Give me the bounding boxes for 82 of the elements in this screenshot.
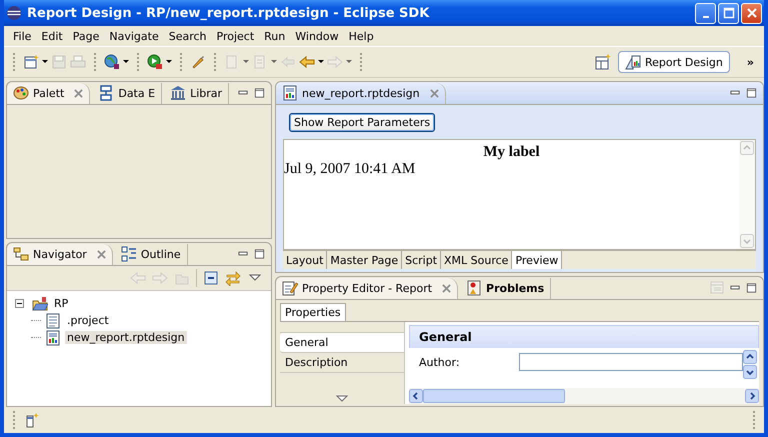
view-tab[interactable]: Palett bbox=[7, 82, 90, 104]
category-item[interactable]: Description bbox=[280, 353, 404, 373]
globe-icon[interactable] bbox=[104, 54, 120, 70]
scroll-left-icon[interactable] bbox=[409, 389, 423, 403]
maximize-button[interactable] bbox=[718, 2, 739, 24]
menu-item[interactable]: Project bbox=[212, 30, 260, 42]
report-heading: My label bbox=[482, 144, 541, 161]
menu-item[interactable]: Edit bbox=[36, 30, 68, 42]
more-button[interactable]: » bbox=[746, 56, 754, 68]
minimize-button[interactable] bbox=[695, 2, 716, 24]
fast-view-icon[interactable] bbox=[24, 412, 40, 428]
perspective-button[interactable]: Report Design bbox=[618, 51, 730, 73]
close-icon[interactable] bbox=[442, 284, 452, 292]
scroll-down-icon[interactable] bbox=[336, 395, 348, 402]
back-arrow-icon[interactable] bbox=[299, 54, 315, 70]
run-icon[interactable] bbox=[147, 54, 163, 70]
field-label: Author: bbox=[419, 356, 461, 368]
show-parameters-button[interactable]: Show Report Parameters bbox=[289, 112, 436, 132]
category-item[interactable]: General bbox=[280, 333, 404, 353]
maximize-icon[interactable] bbox=[746, 88, 757, 98]
report-file-icon bbox=[282, 85, 298, 101]
report-file-icon bbox=[45, 330, 61, 346]
dropdown-arrow-icon[interactable] bbox=[123, 60, 129, 64]
editor-page-tab[interactable]: Script bbox=[402, 251, 442, 269]
pencil-sheet-icon bbox=[282, 280, 298, 296]
close-icon bbox=[746, 7, 758, 19]
dropdown-arrow-icon[interactable] bbox=[42, 60, 48, 64]
view-tab[interactable]: Navigator bbox=[7, 244, 113, 264]
report-design-icon bbox=[624, 54, 641, 70]
editor-page-tab[interactable]: Preview bbox=[512, 251, 562, 269]
minimize-icon bbox=[702, 16, 708, 18]
scroll-down-icon[interactable] bbox=[743, 365, 757, 379]
view-tab[interactable]: Property Editor - Report bbox=[276, 278, 458, 298]
report-date: Jul 9, 2007 10:41 AM bbox=[284, 161, 416, 178]
menu-item[interactable]: Run bbox=[259, 30, 290, 42]
editor-page-tab[interactable]: Layout bbox=[283, 251, 328, 269]
project-folder-icon bbox=[32, 296, 48, 312]
collapse-all-icon[interactable] bbox=[203, 270, 219, 286]
editor-page-tab[interactable]: Master Page bbox=[327, 251, 402, 269]
view-tab[interactable]: Problems bbox=[460, 278, 552, 298]
maximize-icon[interactable] bbox=[746, 283, 757, 293]
tree-item[interactable]: RP bbox=[52, 297, 70, 310]
close-icon[interactable] bbox=[74, 88, 84, 98]
scroll-right-icon[interactable] bbox=[745, 389, 759, 403]
open-perspective-icon[interactable] bbox=[594, 54, 611, 70]
library-icon bbox=[170, 85, 186, 101]
close-icon[interactable] bbox=[96, 250, 106, 258]
data-tree-icon bbox=[98, 85, 114, 101]
close-icon[interactable] bbox=[430, 88, 439, 98]
menu-item[interactable]: Search bbox=[164, 30, 212, 42]
view-tab[interactable]: Librar bbox=[164, 82, 230, 104]
menu-item[interactable]: Window bbox=[290, 30, 344, 42]
close-button[interactable] bbox=[741, 2, 762, 24]
menu-item[interactable]: Navigate bbox=[104, 30, 164, 42]
scroll-up-icon[interactable] bbox=[743, 350, 757, 364]
eclipse-logo-icon bbox=[6, 5, 22, 21]
menu-item[interactable]: Page bbox=[68, 30, 104, 42]
section-header: General bbox=[409, 325, 759, 348]
new-wizard-icon[interactable] bbox=[23, 54, 39, 70]
menu-item[interactable]: Help bbox=[344, 30, 379, 42]
collapse-icon[interactable] bbox=[15, 299, 24, 308]
scrollbar-thumb[interactable] bbox=[423, 389, 565, 403]
tree-item[interactable]: new_report.rptdesign bbox=[65, 331, 187, 344]
folder-tree-icon bbox=[13, 246, 29, 262]
view-tab[interactable]: Outline bbox=[114, 244, 188, 264]
maximize-icon[interactable] bbox=[254, 249, 265, 259]
author-field[interactable] bbox=[519, 353, 743, 371]
brush-icon[interactable] bbox=[190, 54, 206, 70]
maximize-icon bbox=[722, 7, 734, 19]
window-title: Report Design - RP/new_report.rptdesign - Eclipse SDK bbox=[27, 6, 430, 20]
menu-item[interactable]: File bbox=[8, 30, 36, 42]
dropdown-arrow-icon[interactable] bbox=[318, 60, 324, 64]
view-tab[interactable]: Data E bbox=[92, 82, 162, 104]
properties-tab[interactable]: Properties bbox=[280, 303, 346, 321]
dropdown-arrow-icon[interactable] bbox=[166, 60, 172, 64]
tree-item[interactable]: .project bbox=[65, 314, 111, 327]
maximize-icon[interactable] bbox=[254, 88, 265, 98]
outline-icon bbox=[120, 246, 137, 262]
link-editor-icon[interactable] bbox=[225, 270, 241, 286]
text-file-icon bbox=[45, 312, 61, 328]
problems-icon bbox=[466, 280, 482, 296]
palette-icon bbox=[13, 85, 29, 101]
